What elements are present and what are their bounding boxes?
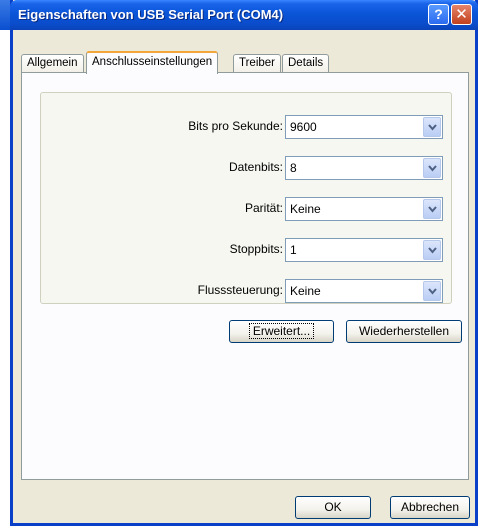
- tab-allgemein[interactable]: Allgemein: [21, 54, 84, 73]
- chevron-down-icon[interactable]: [423, 117, 441, 137]
- restore-defaults-button[interactable]: Wiederherstellen: [346, 320, 462, 343]
- port-settings-panel: Bits pro Sekunde: 9600 Datenbits: 8 Pari…: [21, 72, 469, 480]
- dialog-titlebar[interactable]: Eigenschaften von USB Serial Port (COM4)…: [10, 0, 478, 30]
- close-icon: ✕: [455, 6, 468, 23]
- help-button[interactable]: ?: [428, 4, 449, 25]
- ok-button[interactable]: OK: [295, 496, 371, 519]
- parity-row: Parität: Keine: [41, 197, 453, 221]
- stop-bits-select[interactable]: 1: [285, 238, 443, 262]
- background-window-edge: [0, 0, 10, 526]
- tab-treiber[interactable]: Treiber: [233, 54, 281, 73]
- tab-anschlusseinstellungen[interactable]: Anschlusseinstellungen: [86, 51, 219, 74]
- parity-select[interactable]: Keine: [285, 197, 443, 221]
- stop-bits-row: Stoppbits: 1: [41, 238, 453, 262]
- dialog-title: Eigenschaften von USB Serial Port (COM4): [18, 7, 284, 22]
- data-bits-value: 8: [290, 161, 297, 175]
- chevron-down-icon[interactable]: [423, 199, 441, 219]
- cancel-button[interactable]: Abbrechen: [390, 496, 470, 519]
- stop-bits-value: 1: [290, 243, 297, 257]
- bits-per-second-label: Bits pro Sekunde:: [188, 119, 283, 133]
- bits-per-second-row: Bits pro Sekunde: 9600: [41, 115, 453, 139]
- bits-per-second-select[interactable]: 9600: [285, 115, 443, 139]
- flow-control-value: Keine: [290, 284, 321, 298]
- chevron-down-icon[interactable]: [423, 281, 441, 301]
- chevron-down-icon[interactable]: [423, 158, 441, 178]
- stop-bits-label: Stoppbits:: [229, 242, 283, 256]
- port-settings-group: Bits pro Sekunde: 9600 Datenbits: 8 Pari…: [40, 92, 452, 304]
- bits-per-second-value: 9600: [290, 120, 317, 134]
- properties-dialog: Eigenschaften von USB Serial Port (COM4)…: [10, 0, 478, 526]
- cancel-button-label: Abbrechen: [400, 500, 460, 514]
- advanced-button-label: Erweitert...: [248, 323, 315, 339]
- tab-details[interactable]: Details: [282, 54, 330, 73]
- flow-control-label: Flusssteuerung:: [197, 283, 283, 297]
- parity-label: Parität:: [244, 201, 283, 215]
- close-button[interactable]: ✕: [451, 4, 472, 25]
- flow-control-select[interactable]: Keine: [285, 279, 443, 303]
- advanced-button[interactable]: Erweitert...: [229, 320, 334, 343]
- restore-defaults-label: Wiederherstellen: [358, 324, 450, 338]
- data-bits-select[interactable]: 8: [285, 156, 443, 180]
- parity-value: Keine: [290, 202, 321, 216]
- data-bits-label: Datenbits:: [228, 160, 283, 174]
- data-bits-row: Datenbits: 8: [41, 156, 453, 180]
- flow-control-row: Flusssteuerung: Keine: [41, 279, 453, 303]
- background-window-titlebar: [0, 0, 10, 30]
- chevron-down-icon[interactable]: [423, 240, 441, 260]
- ok-button-label: OK: [324, 500, 342, 514]
- help-icon: ?: [434, 6, 443, 22]
